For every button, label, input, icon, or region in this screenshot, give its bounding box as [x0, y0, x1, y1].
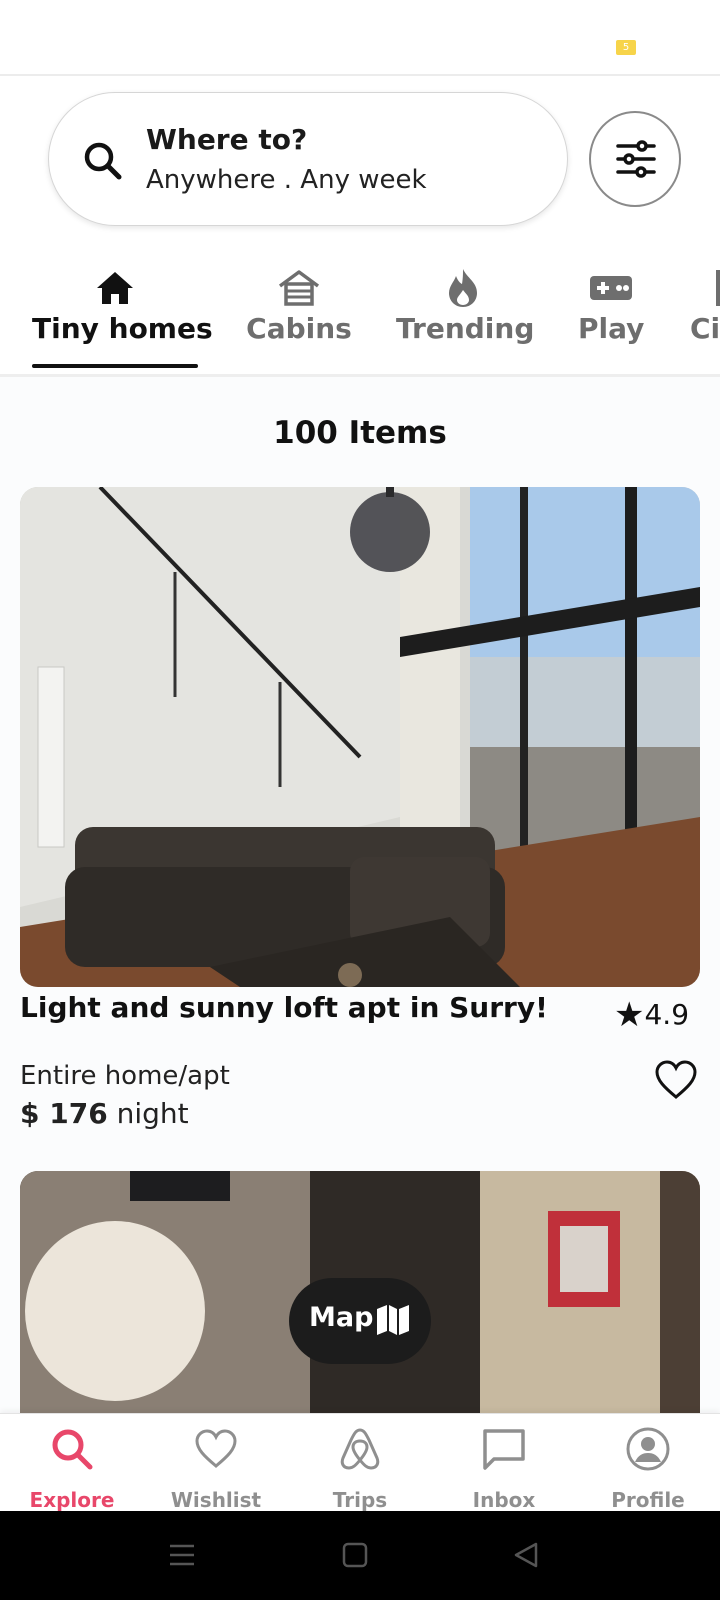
price-unit: night — [116, 1097, 189, 1130]
cabin-icon — [278, 270, 320, 306]
category-tabs: Tiny homes Cabins Trending Play Ci — [0, 256, 720, 376]
price-amount: $ 176 — [20, 1097, 108, 1130]
nav-label: Explore — [29, 1488, 115, 1512]
header: Where to? Anywhere . Any week Tiny homes — [0, 76, 720, 376]
nav-inbox[interactable]: Inbox — [432, 1414, 576, 1512]
wishlist-heart-icon[interactable] — [654, 1059, 698, 1101]
nav-wishlist[interactable]: Wishlist — [144, 1414, 288, 1512]
nav-label: Profile — [611, 1488, 685, 1512]
filter-sliders-icon — [616, 140, 656, 178]
rating-value: 4.9 — [644, 998, 690, 1031]
tab-label: Play — [578, 312, 645, 345]
chat-icon — [483, 1429, 525, 1470]
star-icon: ★ — [614, 995, 645, 1035]
home-icon — [97, 272, 133, 304]
heart-icon — [195, 1429, 237, 1468]
listing-room-type: Entire home/apt — [20, 1061, 230, 1091]
filter-button[interactable] — [589, 111, 681, 207]
bottom-navigation: Explore Wishlist Trips Inbox Profile — [0, 1413, 720, 1512]
tab-play[interactable]: Play — [578, 256, 644, 366]
nav-label: Wishlist — [170, 1488, 262, 1512]
search-icon — [52, 1429, 93, 1470]
active-tab-indicator — [32, 364, 198, 368]
nav-trips[interactable]: Trips — [288, 1414, 432, 1512]
tab-label: Cabins — [246, 312, 352, 345]
search-title: Where to? — [146, 123, 308, 156]
listing-photo-image — [20, 487, 700, 987]
listing-rating: ★4.9 — [614, 995, 689, 1035]
back-icon[interactable] — [512, 1541, 540, 1569]
status-bar: 5 — [0, 0, 720, 76]
map-button-label: Map — [309, 1302, 374, 1333]
fire-icon — [449, 269, 477, 307]
results-count: 100 Items — [273, 415, 447, 451]
recent-apps-icon[interactable] — [168, 1541, 196, 1569]
listing-price: $ 176 night — [20, 1097, 189, 1130]
search-subtitle: Anywhere . Any week — [146, 165, 427, 195]
listing-title[interactable]: Light and sunny loft apt in Surry! — [20, 991, 548, 1024]
listing-photo[interactable] — [20, 487, 700, 987]
city-icon — [716, 270, 720, 306]
tab-label: Ci — [690, 312, 720, 345]
profile-icon — [626, 1427, 670, 1471]
listing-feed[interactable]: 100 Items Light and sunny loft apt in Su… — [0, 377, 720, 1413]
home-button-icon[interactable] — [342, 1541, 368, 1569]
airbnb-icon — [340, 1428, 380, 1470]
tab-tiny-homes[interactable]: Tiny homes — [32, 256, 213, 366]
nav-label: Inbox — [472, 1488, 536, 1512]
tab-city[interactable]: Ci — [690, 256, 720, 366]
tab-trending[interactable]: Trending — [396, 256, 535, 366]
tab-cabins[interactable]: Cabins — [244, 256, 354, 366]
gamepad-icon — [590, 276, 632, 300]
nav-explore[interactable]: Explore — [0, 1414, 144, 1512]
tab-label: Tiny homes — [32, 312, 213, 345]
map-icon — [377, 1305, 409, 1335]
search-icon — [84, 142, 122, 180]
system-navigation-bar — [0, 1511, 720, 1600]
map-button[interactable]: Map — [289, 1278, 431, 1364]
tab-label: Trending — [396, 312, 535, 345]
notification-indicator: 5 — [616, 40, 636, 55]
nav-profile[interactable]: Profile — [576, 1414, 720, 1512]
search-bar[interactable]: Where to? Anywhere . Any week — [48, 92, 568, 226]
nav-label: Trips — [332, 1488, 388, 1512]
